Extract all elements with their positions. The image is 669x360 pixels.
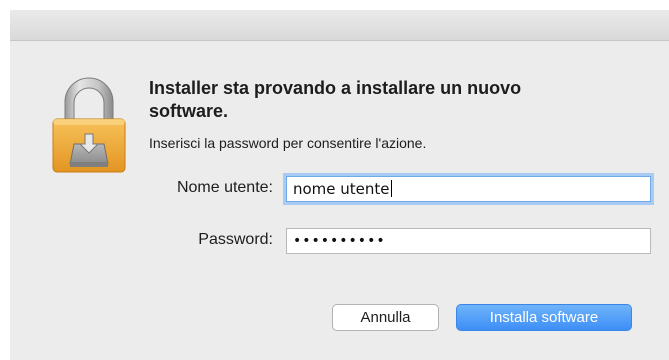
dialog-heading: Installer sta provando a installare un n… xyxy=(149,78,522,121)
password-field[interactable]: •••••••••• xyxy=(286,228,651,254)
text-caret xyxy=(390,180,392,197)
window-titlebar[interactable] xyxy=(10,10,669,41)
username-value: nome utente xyxy=(293,180,390,198)
cancel-button[interactable]: Annulla xyxy=(332,304,439,331)
auth-dialog: Installer sta provando a installare un n… xyxy=(10,41,669,360)
username-field[interactable]: nome utente xyxy=(286,176,651,202)
lock-installer-icon xyxy=(52,77,126,173)
dialog-subtext: Inserisci la password per consentire l'a… xyxy=(149,135,427,151)
password-label: Password: xyxy=(198,231,273,248)
window: Installer sta provando a installare un n… xyxy=(0,0,669,360)
install-software-button[interactable]: Installa software xyxy=(456,304,632,331)
username-label: Nome utente: xyxy=(176,179,273,196)
